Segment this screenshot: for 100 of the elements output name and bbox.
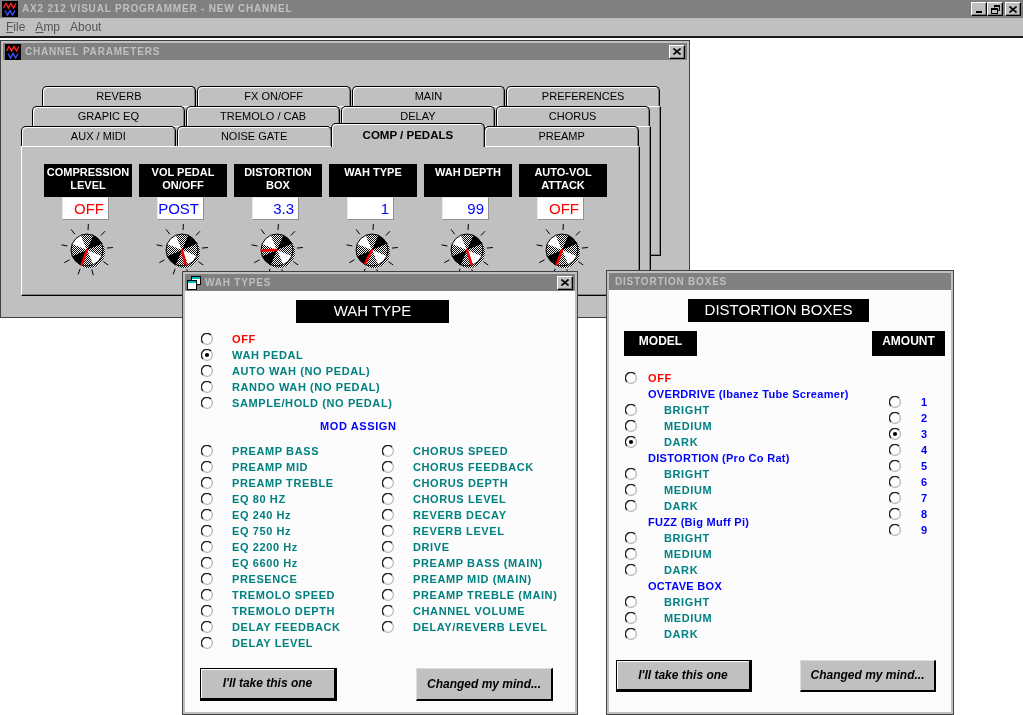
radio-option[interactable]: PRESENCE (201, 571, 298, 587)
radio-icon[interactable] (201, 541, 213, 553)
radio-icon[interactable] (625, 564, 637, 576)
radio-icon[interactable] (625, 500, 637, 512)
tab[interactable]: GRAPIC EQ (31, 106, 186, 126)
radio-option[interactable]: 6 (889, 474, 928, 490)
radio-icon[interactable] (625, 468, 637, 480)
tab[interactable]: NOISE GATE (176, 126, 332, 146)
radio-option[interactable]: EQ 750 Hz (201, 523, 292, 539)
radio-option[interactable]: CHORUS LEVEL (382, 491, 507, 507)
radio-option[interactable]: MEDIUM (625, 610, 713, 626)
radio-option[interactable]: 2 (889, 410, 928, 426)
radio-icon[interactable] (382, 477, 394, 489)
menu-item[interactable]: About (66, 18, 106, 36)
radio-option[interactable]: REVERB DECAY (382, 507, 507, 523)
radio-option[interactable]: 3 (889, 426, 928, 442)
radio-option[interactable]: 4 (889, 442, 928, 458)
radio-option[interactable]: PREAMP TREBLE (MAIN) (382, 587, 558, 603)
radio-icon[interactable] (201, 557, 213, 569)
radio-icon[interactable] (201, 381, 213, 393)
radio-option[interactable]: DELAY FEEDBACK (201, 619, 341, 635)
menu-item[interactable]: Amp (31, 18, 65, 36)
radio-icon[interactable] (201, 493, 213, 505)
radio-option[interactable]: BRIGHT (625, 594, 710, 610)
radio-option[interactable]: DRIVE (382, 539, 450, 555)
radio-option[interactable]: DARK (625, 498, 699, 514)
radio-icon[interactable] (201, 365, 213, 377)
value-field[interactable]: 3.3 (252, 197, 299, 220)
accept-button[interactable]: I'll take this one (200, 668, 337, 701)
radio-option[interactable]: OFF (625, 370, 672, 386)
close-button[interactable] (669, 44, 685, 59)
radio-icon[interactable] (382, 541, 394, 553)
menu-item[interactable]: File (2, 18, 30, 36)
radio-icon[interactable] (625, 484, 637, 496)
radio-icon[interactable] (889, 508, 901, 520)
radio-icon[interactable] (201, 509, 213, 521)
radio-icon[interactable] (382, 621, 394, 633)
radio-icon[interactable] (201, 525, 213, 537)
radio-icon[interactable] (201, 445, 213, 457)
radio-icon[interactable] (382, 573, 394, 585)
radio-option[interactable]: WAH PEDAL (201, 347, 304, 363)
radio-option[interactable]: CHANNEL VOLUME (382, 603, 526, 619)
radio-icon[interactable] (889, 460, 901, 472)
radio-option[interactable]: AUTO WAH (NO PEDAL) (201, 363, 371, 379)
radio-option[interactable]: REVERB LEVEL (382, 523, 505, 539)
restore-button[interactable] (987, 2, 1003, 16)
radio-option[interactable]: PREAMP BASS (201, 443, 320, 459)
tab[interactable]: DELAY (341, 106, 495, 126)
close-button[interactable] (1005, 2, 1021, 16)
tab[interactable]: AUX / MIDI (21, 126, 176, 146)
radio-icon[interactable] (889, 524, 901, 536)
radio-option[interactable]: EQ 6600 Hz (201, 555, 298, 571)
radio-icon[interactable] (201, 349, 213, 361)
knob[interactable] (59, 223, 114, 277)
radio-option[interactable]: CHORUS DEPTH (382, 475, 509, 491)
radio-option[interactable]: EQ 2200 Hz (201, 539, 298, 555)
radio-icon[interactable] (201, 477, 213, 489)
radio-icon[interactable] (625, 548, 637, 560)
radio-icon[interactable] (889, 444, 901, 456)
tab[interactable]: PREFERENCES (506, 86, 660, 106)
radio-icon[interactable] (201, 637, 213, 649)
radio-option[interactable]: 1 (889, 394, 928, 410)
radio-option[interactable]: MEDIUM (625, 482, 713, 498)
value-field[interactable]: OFF (537, 197, 584, 220)
radio-icon[interactable] (201, 621, 213, 633)
minimize-button[interactable] (971, 2, 987, 16)
radio-icon[interactable] (889, 412, 901, 424)
radio-option[interactable]: DELAY/REVERB LEVEL (382, 619, 548, 635)
radio-option[interactable]: OFF (201, 331, 256, 347)
radio-icon[interactable] (625, 404, 637, 416)
radio-option[interactable]: DARK (625, 434, 699, 450)
radio-icon[interactable] (382, 509, 394, 521)
radio-icon[interactable] (201, 573, 213, 585)
tab[interactable]: TREMOLO / CAB (186, 106, 340, 126)
radio-option[interactable]: RANDO WAH (NO PEDAL) (201, 379, 381, 395)
tab[interactable]: MAIN (351, 86, 506, 106)
radio-icon[interactable] (625, 420, 637, 432)
radio-icon[interactable] (382, 493, 394, 505)
radio-icon[interactable] (382, 461, 394, 473)
radio-option[interactable]: TREMOLO SPEED (201, 587, 336, 603)
radio-option[interactable]: TREMOLO DEPTH (201, 603, 336, 619)
radio-icon[interactable] (625, 436, 637, 448)
radio-option[interactable]: 8 (889, 506, 928, 522)
radio-icon[interactable] (889, 396, 901, 408)
value-field[interactable]: 1 (347, 197, 394, 220)
radio-option[interactable]: DELAY LEVEL (201, 635, 314, 651)
radio-icon[interactable] (889, 428, 901, 440)
radio-option[interactable]: MEDIUM (625, 546, 713, 562)
radio-option[interactable]: EQ 240 Hz (201, 507, 292, 523)
tab[interactable]: CHORUS (495, 106, 650, 126)
radio-icon[interactable] (382, 525, 394, 537)
tab[interactable]: FX ON/OFF (196, 86, 351, 106)
value-field[interactable]: POST (157, 197, 204, 220)
accept-button[interactable]: I'll take this one (616, 660, 752, 692)
radio-option[interactable]: PREAMP MID (201, 459, 309, 475)
radio-option[interactable]: BRIGHT (625, 530, 710, 546)
radio-option[interactable]: BRIGHT (625, 466, 710, 482)
radio-option[interactable]: BRIGHT (625, 402, 710, 418)
radio-option[interactable]: SAMPLE/HOLD (NO PEDAL) (201, 395, 393, 411)
radio-option[interactable]: PREAMP BASS (MAIN) (382, 555, 543, 571)
